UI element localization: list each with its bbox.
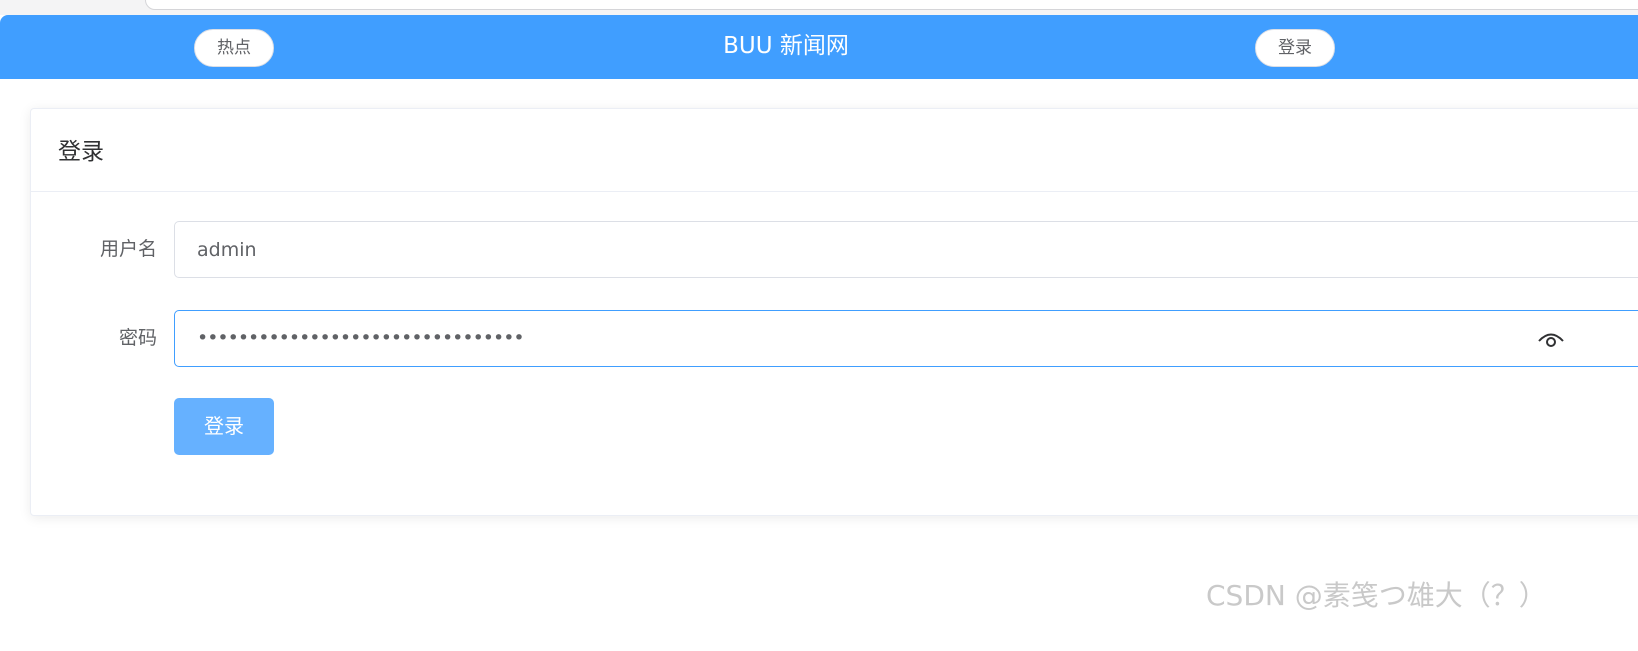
hot-button[interactable]: 热点 <box>194 29 274 67</box>
watermark: CSDN @素笺つ雄大（？） <box>1206 579 1547 612</box>
submit-login-button[interactable]: 登录 <box>174 398 274 455</box>
site-title: BUU 新闻网 <box>723 33 849 59</box>
eye-icon[interactable] <box>1537 327 1565 351</box>
username-input[interactable]: admin <box>174 221 1638 278</box>
password-input[interactable]: •••••••••••••••••••••••••••••••• <box>174 310 1638 367</box>
username-value: admin <box>197 239 257 261</box>
card-title: 登录 <box>58 139 104 165</box>
address-bar[interactable] <box>145 0 1638 10</box>
header-login-button[interactable]: 登录 <box>1255 29 1335 67</box>
top-navigation-bar: 热点 BUU 新闻网 登录 <box>0 15 1638 79</box>
username-label: 用户名 <box>99 238 157 260</box>
login-card: 登录 用户名 admin 密码 ••••••••••••••••••••••••… <box>30 108 1638 516</box>
password-value: •••••••••••••••••••••••••••••••• <box>197 327 525 349</box>
password-label: 密码 <box>118 327 157 349</box>
browser-top-bar <box>0 0 1638 15</box>
card-header: 登录 <box>31 109 1638 192</box>
